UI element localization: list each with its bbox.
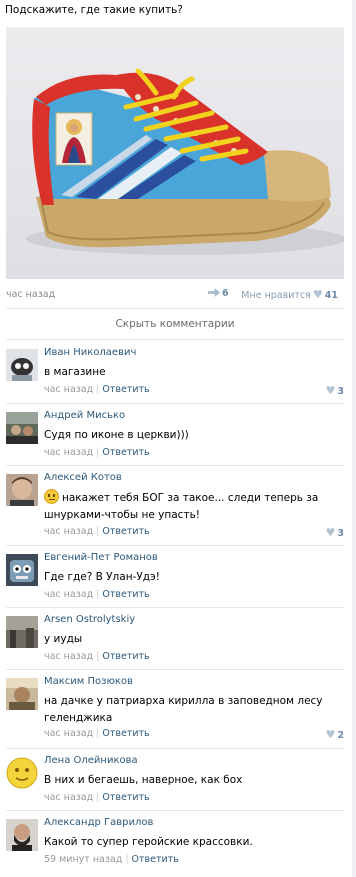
- comment-author[interactable]: Евгений-Пет Романов: [44, 552, 158, 563]
- reply-link[interactable]: Ответить: [102, 447, 149, 458]
- reply-link[interactable]: Ответить: [102, 384, 149, 395]
- divider: [6, 545, 344, 546]
- comment-time[interactable]: час назад: [44, 526, 93, 537]
- sneaker-photo: [26, 68, 344, 255]
- comment-meta: час назад | Ответить: [44, 447, 150, 458]
- comment-author[interactable]: Лена Олейникова: [44, 755, 138, 766]
- like-count: 41: [324, 290, 338, 301]
- comment-text: Какой то супер геройские крассовки.: [44, 836, 253, 848]
- heart-icon: ♥: [312, 288, 323, 301]
- comment-author[interactable]: Андрей Мисько: [44, 410, 125, 421]
- avatar[interactable]: [6, 819, 38, 851]
- comment-author[interactable]: Arsen Ostrolytskiy: [44, 614, 135, 625]
- comment-meta: час назад | Ответить: [44, 728, 150, 739]
- like-button[interactable]: Мне нравится ♥ 41: [241, 288, 338, 301]
- comment-meta: час назад | Ответить: [44, 651, 150, 662]
- scrollbar[interactable]: [352, 0, 356, 877]
- comment-meta: 59 минут назад | Ответить: [44, 854, 179, 865]
- repost-count: 6: [222, 288, 229, 299]
- heart-icon: ♥: [325, 526, 336, 539]
- divider: [6, 465, 344, 466]
- comment-text: накажет тебя БОГ за такое... следи тепер…: [44, 489, 344, 524]
- reply-link[interactable]: Ответить: [102, 651, 149, 662]
- comment-text: Судя по иконе в церкви))): [44, 429, 189, 441]
- comment-like-count: 3: [337, 528, 344, 539]
- avatar[interactable]: [6, 757, 38, 789]
- comment-item: Максим Позюков на дачке у патриарха кири…: [6, 676, 344, 746]
- divider: [6, 308, 344, 309]
- comment-text-body: накажет тебя БОГ за такое... следи тепер…: [44, 492, 319, 521]
- comment-text: в магазине: [44, 366, 106, 378]
- avatar[interactable]: [6, 616, 38, 648]
- comment-like-button[interactable]: ♥ 3: [324, 384, 345, 397]
- avatar[interactable]: [6, 678, 38, 710]
- comment-text: В них и бегаешь, наверное, как бох: [44, 774, 243, 786]
- reply-link[interactable]: Ответить: [132, 854, 179, 865]
- post-footer: час назад 6 Мне нравится ♥ 41: [6, 288, 338, 302]
- comment-like-button[interactable]: ♥ 2: [324, 728, 345, 741]
- comment-item: Лена Олейникова В них и бегаешь, наверно…: [6, 755, 344, 811]
- avatar[interactable]: [6, 554, 38, 586]
- reply-link[interactable]: Ответить: [102, 792, 149, 803]
- divider: [6, 810, 344, 811]
- comment-meta: час назад | Ответить: [44, 792, 150, 803]
- comment-author[interactable]: Александр Гаврилов: [44, 817, 153, 828]
- comment-author[interactable]: Максим Позюков: [44, 676, 133, 687]
- comment-like-count: 3: [337, 386, 344, 397]
- avatar[interactable]: [6, 412, 38, 444]
- post-photo[interactable]: [6, 27, 344, 279]
- comment-item: Алексей Котов накажет тебя БОГ за такое.…: [6, 472, 344, 542]
- comment-time[interactable]: час назад: [44, 651, 93, 662]
- avatar[interactable]: [6, 349, 38, 381]
- comment-time[interactable]: час назад: [44, 447, 93, 458]
- divider: [6, 607, 344, 608]
- comment-item: Arsen Ostrolytskiy у иуды час назад | Отве…: [6, 614, 344, 670]
- comment-meta: час назад | Ответить: [44, 384, 150, 395]
- comment-time[interactable]: час назад: [44, 792, 93, 803]
- hide-comments-link[interactable]: Скрыть комментарии: [0, 318, 350, 330]
- comment-meta: час назад | Ответить: [44, 526, 150, 537]
- comment-item: Александр Гаврилов Какой то супер геройс…: [6, 817, 344, 873]
- repost-button[interactable]: 6: [208, 288, 229, 299]
- comment-item: Андрей Мисько Судя по иконе в церкви))) …: [6, 410, 344, 466]
- reply-link[interactable]: Ответить: [102, 526, 149, 537]
- divider: [6, 403, 344, 404]
- reply-link[interactable]: Ответить: [102, 728, 149, 739]
- heart-icon: ♥: [325, 384, 336, 397]
- comment-like-button[interactable]: ♥ 3: [324, 526, 345, 539]
- comment-time[interactable]: 59 минут назад: [44, 854, 122, 865]
- comment-meta: час назад | Ответить: [44, 589, 150, 600]
- comment-time[interactable]: час назад: [44, 384, 93, 395]
- comment-time[interactable]: час назад: [44, 589, 93, 600]
- post-time[interactable]: час назад: [6, 289, 55, 300]
- heart-icon: ♥: [325, 728, 336, 741]
- comment-text: на дачке у патриарха кирилла в заповедно…: [44, 695, 323, 724]
- share-icon: [208, 288, 220, 297]
- reply-link[interactable]: Ответить: [102, 589, 149, 600]
- comment-author[interactable]: Иван Николаевич: [44, 347, 136, 358]
- like-label: Мне нравится: [241, 290, 311, 301]
- comment-author[interactable]: Алексей Котов: [44, 472, 122, 483]
- post-text: Подскажите, где такие купить?: [5, 4, 183, 16]
- divider: [6, 669, 344, 670]
- comment-item: Евгений-Пет Романов Где где? В Улан-Удэ!…: [6, 552, 344, 608]
- comment-text: у иуды: [44, 633, 83, 645]
- divider: [6, 748, 344, 749]
- comment-item: Иван Николаевич в магазине час назад | Отв…: [6, 347, 344, 403]
- comment-like-count: 2: [337, 730, 344, 741]
- comment-time[interactable]: час назад: [44, 728, 93, 739]
- divider: [6, 339, 344, 340]
- avatar[interactable]: [6, 474, 38, 506]
- neutral-face-emoji-icon: [44, 489, 59, 504]
- comment-text: Где где? В Улан-Удэ!: [44, 571, 160, 583]
